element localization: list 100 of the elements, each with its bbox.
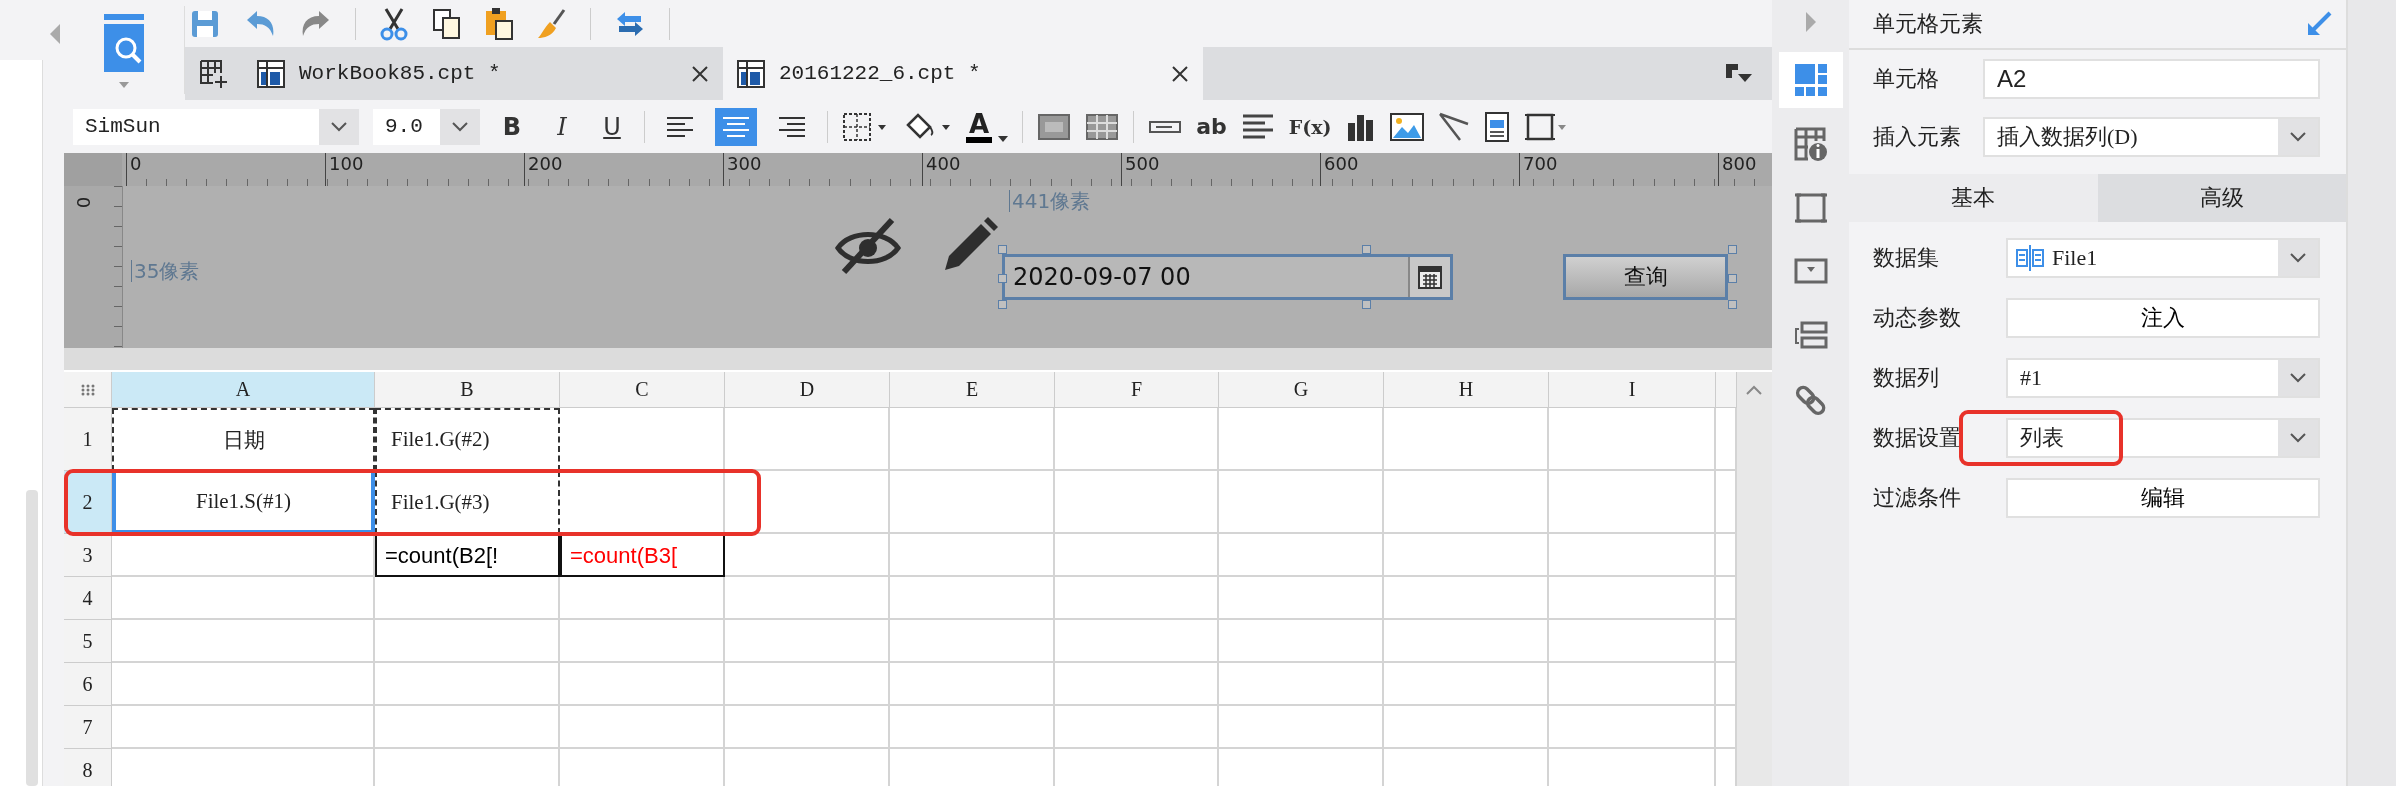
table-cell[interactable] — [1219, 577, 1384, 620]
table-cell[interactable] — [112, 706, 375, 749]
table-cell[interactable]: =count(B3[ — [560, 534, 725, 577]
font-color-button[interactable]: A — [966, 110, 1009, 143]
table-cell[interactable] — [1219, 706, 1384, 749]
date-field[interactable]: 2020-09-07 00 — [1002, 254, 1453, 300]
paste-icon[interactable] — [484, 6, 514, 41]
panel-button[interactable]: 注入 — [2006, 298, 2320, 338]
bar-chart-icon[interactable] — [1345, 112, 1376, 141]
table-cell[interactable] — [725, 534, 890, 577]
table-cell[interactable] — [725, 620, 890, 663]
collapse-left-icon[interactable] — [48, 22, 62, 46]
table-cell[interactable] — [1549, 471, 1716, 534]
dropdown-field[interactable]: 列表 — [2006, 418, 2320, 458]
table-cell[interactable] — [375, 620, 560, 663]
table-cell[interactable] — [1549, 577, 1716, 620]
eye-slash-icon[interactable] — [834, 216, 902, 276]
row-header[interactable]: 3 — [64, 534, 112, 577]
table-cell[interactable] — [890, 706, 1055, 749]
text-style-button[interactable]: U — [594, 112, 630, 141]
select-all-corner[interactable] — [64, 372, 112, 408]
image-icon[interactable] — [1389, 112, 1424, 141]
paragraph-icon[interactable] — [1240, 112, 1275, 141]
row-header[interactable]: 4 — [64, 577, 112, 620]
query-button[interactable]: 查询 — [1563, 254, 1728, 300]
dropdown-field[interactable]: #1 — [2006, 358, 2320, 398]
document-icon[interactable] — [1483, 110, 1510, 143]
table-cell[interactable] — [1055, 706, 1219, 749]
merge-cells-icon[interactable] — [1037, 112, 1072, 141]
table-cell[interactable] — [1384, 663, 1549, 706]
text-tool-button[interactable]: ab — [1196, 114, 1227, 139]
table-cell[interactable] — [1384, 620, 1549, 663]
table-cell[interactable] — [1055, 534, 1219, 577]
row-header[interactable]: 6 — [64, 663, 112, 706]
close-icon[interactable] — [691, 64, 709, 83]
calendar-icon[interactable] — [1417, 264, 1443, 290]
text-style-button[interactable]: B — [494, 112, 530, 141]
arrow-down-left-icon[interactable] — [2306, 11, 2332, 37]
close-icon[interactable] — [1171, 64, 1189, 83]
column-header[interactable]: B — [375, 372, 560, 408]
table-cell[interactable] — [1055, 408, 1219, 471]
table-cell[interactable] — [1055, 663, 1219, 706]
row-header[interactable]: 5 — [64, 620, 112, 663]
table-cell[interactable] — [560, 706, 725, 749]
chevron-up-icon[interactable] — [1745, 384, 1763, 396]
row-header[interactable]: 1 — [64, 408, 112, 471]
text-style-button[interactable]: I — [544, 112, 580, 141]
table-cell[interactable] — [1219, 534, 1384, 577]
table-cell[interactable] — [560, 663, 725, 706]
resize-handle[interactable] — [1362, 245, 1371, 254]
font-select[interactable]: SimSun — [73, 108, 359, 145]
table-cell[interactable] — [890, 663, 1055, 706]
table-cell[interactable] — [112, 620, 375, 663]
table-cell[interactable] — [1384, 534, 1549, 577]
table-cell[interactable] — [1384, 577, 1549, 620]
column-header[interactable]: G — [1219, 372, 1384, 408]
table-cell[interactable] — [890, 620, 1055, 663]
table-cell[interactable] — [890, 408, 1055, 471]
table-cell[interactable] — [890, 534, 1055, 577]
table-cell[interactable] — [1219, 663, 1384, 706]
panel-tab[interactable]: 基本 — [1849, 174, 2098, 222]
resize-handle[interactable] — [1728, 274, 1737, 283]
table-cell[interactable] — [1055, 620, 1219, 663]
resize-handle[interactable] — [998, 245, 1007, 254]
panel-button[interactable]: 编辑 — [2006, 478, 2320, 518]
table-cell[interactable] — [1549, 534, 1716, 577]
side-tool-button[interactable] — [1778, 52, 1843, 108]
dropdown-field[interactable]: 插入数据列(D) — [1983, 117, 2320, 157]
resize-handle[interactable] — [1362, 300, 1371, 309]
table-cell[interactable] — [1549, 706, 1716, 749]
column-header[interactable]: A — [112, 372, 375, 408]
scissors-icon[interactable] — [378, 6, 410, 41]
column-header[interactable]: D — [725, 372, 890, 408]
column-header[interactable]: F — [1055, 372, 1219, 408]
table-cell[interactable] — [725, 706, 890, 749]
panel-tab[interactable]: 高级 — [2097, 174, 2346, 222]
table-cell[interactable] — [1219, 471, 1384, 534]
column-header[interactable]: I — [1549, 372, 1716, 408]
table-cell[interactable] — [1384, 408, 1549, 471]
column-header[interactable]: E — [890, 372, 1055, 408]
table-cell[interactable] — [1549, 663, 1716, 706]
scrollbar[interactable] — [26, 490, 38, 786]
brush-icon[interactable] — [536, 7, 568, 40]
table-cell[interactable] — [1219, 620, 1384, 663]
resize-handle[interactable] — [998, 274, 1007, 283]
resize-handle[interactable] — [1728, 300, 1737, 309]
resize-handle[interactable] — [1728, 245, 1737, 254]
table-cell[interactable] — [890, 471, 1055, 534]
table-cell[interactable]: File1.G(#3) — [375, 471, 560, 534]
column-header[interactable] — [1716, 372, 1737, 408]
table-grid-icon[interactable] — [1085, 112, 1120, 141]
file-tab[interactable]: 20161222_6.cpt * — [723, 47, 1203, 100]
table-cell[interactable] — [1055, 471, 1219, 534]
table-cell[interactable]: =count(B2[! — [375, 534, 560, 577]
border-icon[interactable] — [842, 111, 888, 142]
table-cell[interactable] — [1055, 577, 1219, 620]
table-cell[interactable] — [112, 534, 375, 577]
table-cell[interactable] — [890, 577, 1055, 620]
column-header[interactable]: H — [1384, 372, 1549, 408]
collapse-right-icon[interactable] — [1803, 10, 1818, 34]
